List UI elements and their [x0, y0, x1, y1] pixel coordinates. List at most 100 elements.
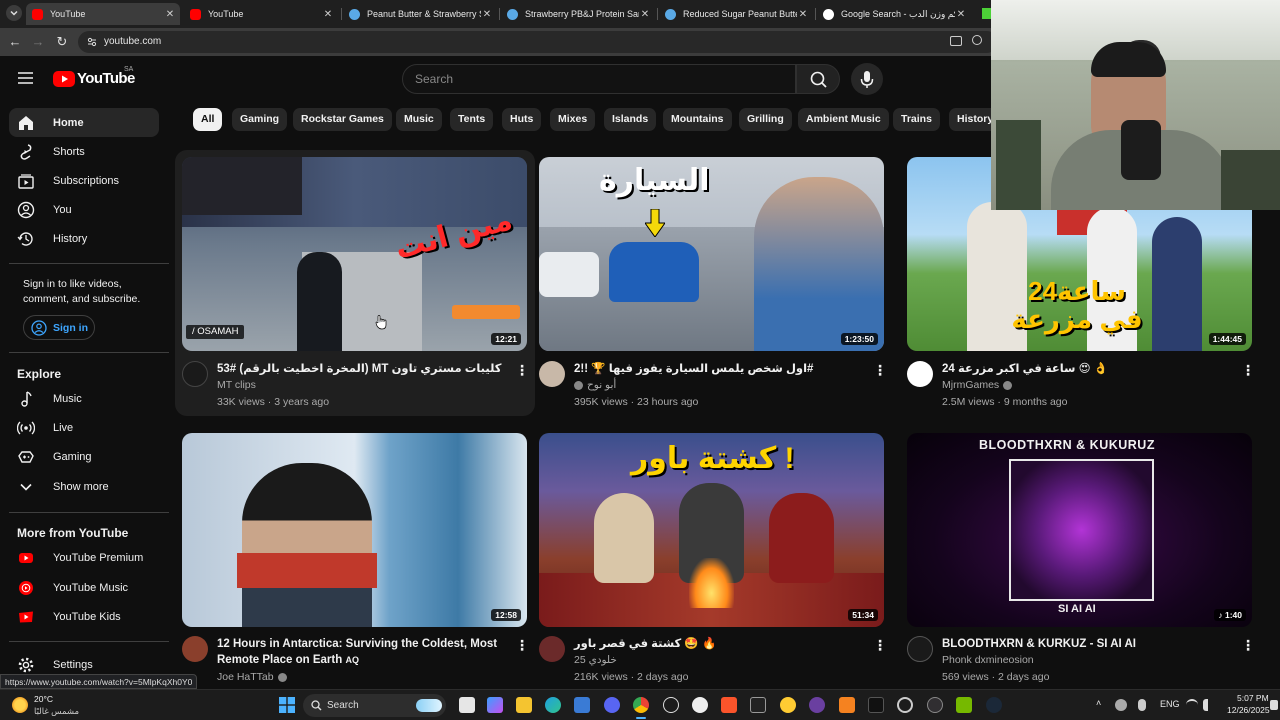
more-options-icon[interactable]: ⋮ [1241, 637, 1255, 653]
close-tab-icon[interactable]: ✕ [322, 9, 334, 20]
install-app-icon[interactable] [950, 36, 962, 46]
weather-temp[interactable]: 20°C [34, 694, 53, 704]
browser-tab-1[interactable]: YouTube ✕ [184, 3, 338, 25]
browser-tab-2[interactable]: Peanut Butter & Strawberry Sp ✕ [343, 3, 497, 25]
more-options-icon[interactable]: ⋮ [515, 637, 529, 653]
channel-avatar[interactable] [539, 361, 565, 387]
chip-rockstar-games[interactable]: Rockstar Games [293, 108, 392, 131]
channel-avatar[interactable] [907, 361, 933, 387]
chip-gaming[interactable]: Gaming [232, 108, 288, 131]
video-title[interactable]: 12 Hours in Antarctica: Surviving the Co… [217, 636, 507, 668]
signin-button[interactable]: Sign in [23, 315, 95, 340]
chrome-icon[interactable] [633, 697, 649, 713]
tray-app-icon[interactable] [1115, 699, 1127, 711]
clock-time[interactable]: 5:07 PM [1237, 693, 1269, 703]
more-options-icon[interactable]: ⋮ [873, 362, 887, 378]
file-explorer-icon[interactable] [516, 697, 532, 713]
volume-icon[interactable] [1203, 699, 1215, 711]
sidebar-item-home[interactable]: Home [9, 108, 159, 137]
copilot-icon[interactable] [487, 697, 503, 713]
chip-grilling[interactable]: Grilling [739, 108, 792, 131]
sidebar-item-youtube-music[interactable]: YouTube Music [9, 573, 159, 602]
more-options-icon[interactable]: ⋮ [515, 362, 529, 378]
video-title[interactable]: 24 ساعة في اكبر مزرعة 😍 👌 [942, 361, 1232, 377]
brave-icon[interactable] [721, 697, 737, 713]
taskbar-search[interactable]: Search [303, 694, 446, 717]
channel-name[interactable]: خلودي 25 [574, 654, 617, 666]
close-tab-icon[interactable]: ✕ [164, 9, 176, 20]
video-thumbnail[interactable]: BLOODTHXRN & KUKURUZ SI AI AI ♪ 1:40 [907, 433, 1252, 627]
sidebar-item-history[interactable]: History [9, 224, 159, 253]
youtube-logo[interactable]: YouTube SA [53, 66, 143, 89]
reload-icon[interactable]: ↻ [53, 33, 71, 51]
voice-search-button[interactable] [851, 63, 883, 95]
task-view-icon[interactable] [459, 697, 475, 713]
clock-date[interactable]: 12/26/2025 [1227, 705, 1270, 715]
video-title[interactable]: BLOODTHXRN & KURKUZ - SI AI AI [942, 636, 1232, 652]
channel-avatar[interactable] [182, 361, 208, 387]
chip-mountains[interactable]: Mountains [663, 108, 732, 131]
zoom-icon[interactable] [972, 35, 982, 45]
close-tab-icon[interactable]: ✕ [955, 9, 967, 20]
video-title[interactable]: اول شخص يلمس السيارة يفوز فيها 🏆 !!2# [574, 361, 864, 377]
search-button[interactable] [796, 64, 840, 94]
sidebar-item-gaming[interactable]: Gaming [9, 442, 159, 471]
emoji-app-icon[interactable] [780, 697, 796, 713]
more-options-icon[interactable]: ⋮ [873, 637, 887, 653]
chip-tents[interactable]: Tents [450, 108, 494, 131]
channel-avatar[interactable] [539, 636, 565, 662]
wifi-icon[interactable] [1186, 699, 1198, 711]
browser-tab-5[interactable]: Google Search - كم وزن الدب ✕ [817, 3, 971, 25]
chip-ambient-music[interactable]: Ambient Music [798, 108, 889, 131]
notification-icon[interactable] [1270, 700, 1278, 710]
browser-tab-0[interactable]: YouTube ✕ [26, 3, 180, 25]
video-title[interactable]: 53# (المخرة اخطيت بالرقم) MT كليبات مستر… [217, 361, 507, 377]
app-icon[interactable] [897, 697, 913, 713]
discord-icon[interactable] [604, 697, 620, 713]
app-icon[interactable] [692, 697, 708, 713]
channel-name[interactable]: Joe HaTTab [217, 671, 287, 683]
chip-islands[interactable]: Islands [604, 108, 657, 131]
tiktok-icon[interactable] [868, 697, 884, 713]
close-tab-icon[interactable]: ✕ [481, 9, 493, 20]
store-icon[interactable] [574, 697, 590, 713]
capcut-icon[interactable] [750, 697, 766, 713]
channel-name[interactable]: Phonk dxmineosion [942, 654, 1034, 666]
sidebar-item-show-more[interactable]: Show more [9, 472, 159, 501]
start-button[interactable] [279, 697, 295, 713]
sidebar-item-you[interactable]: You [9, 195, 159, 224]
chip-mixes[interactable]: Mixes [550, 108, 596, 131]
browser-tab-4[interactable]: Reduced Sugar Peanut Butter & ✕ [659, 3, 813, 25]
channel-name[interactable]: أبو نوح [574, 379, 616, 391]
more-options-icon[interactable]: ⋮ [1241, 362, 1255, 378]
channel-name[interactable]: MT clips [217, 379, 256, 391]
browser-tab-3[interactable]: Strawberry PB&J Protein Sandw ✕ [501, 3, 655, 25]
weather-icon[interactable] [12, 697, 28, 713]
channel-name[interactable]: MjrmGames [942, 379, 1013, 391]
chip-trains[interactable]: Trains [893, 108, 940, 131]
channel-avatar[interactable] [182, 636, 208, 662]
chip-all[interactable]: All [193, 108, 223, 131]
edge-icon[interactable] [545, 697, 561, 713]
site-info-icon[interactable] [87, 37, 97, 47]
sidebar-item-subscriptions[interactable]: Subscriptions [9, 166, 159, 195]
steam-icon[interactable] [986, 697, 1002, 713]
back-icon[interactable]: ← [6, 33, 24, 51]
tab-list-icon[interactable] [6, 5, 22, 21]
forward-icon[interactable]: → [29, 33, 47, 51]
app-icon[interactable] [809, 697, 825, 713]
close-tab-icon[interactable]: ✕ [639, 9, 651, 20]
language-indicator[interactable]: ENG [1160, 699, 1180, 709]
chatgpt-icon[interactable] [663, 697, 679, 713]
obs-icon[interactable] [927, 697, 943, 713]
close-tab-icon[interactable]: ✕ [797, 9, 809, 20]
chip-music[interactable]: Music [396, 108, 442, 131]
nvidia-icon[interactable] [956, 697, 972, 713]
menu-icon[interactable] [18, 71, 33, 85]
chip-huts[interactable]: Huts [502, 108, 542, 131]
sidebar-item-live[interactable]: Live [9, 413, 159, 442]
sidebar-item-shorts[interactable]: Shorts [9, 137, 159, 166]
mic-icon[interactable] [1138, 699, 1146, 711]
video-thumbnail[interactable]: كشتة باور ! 51:34 [539, 433, 884, 627]
sidebar-item-music[interactable]: Music [9, 384, 159, 413]
